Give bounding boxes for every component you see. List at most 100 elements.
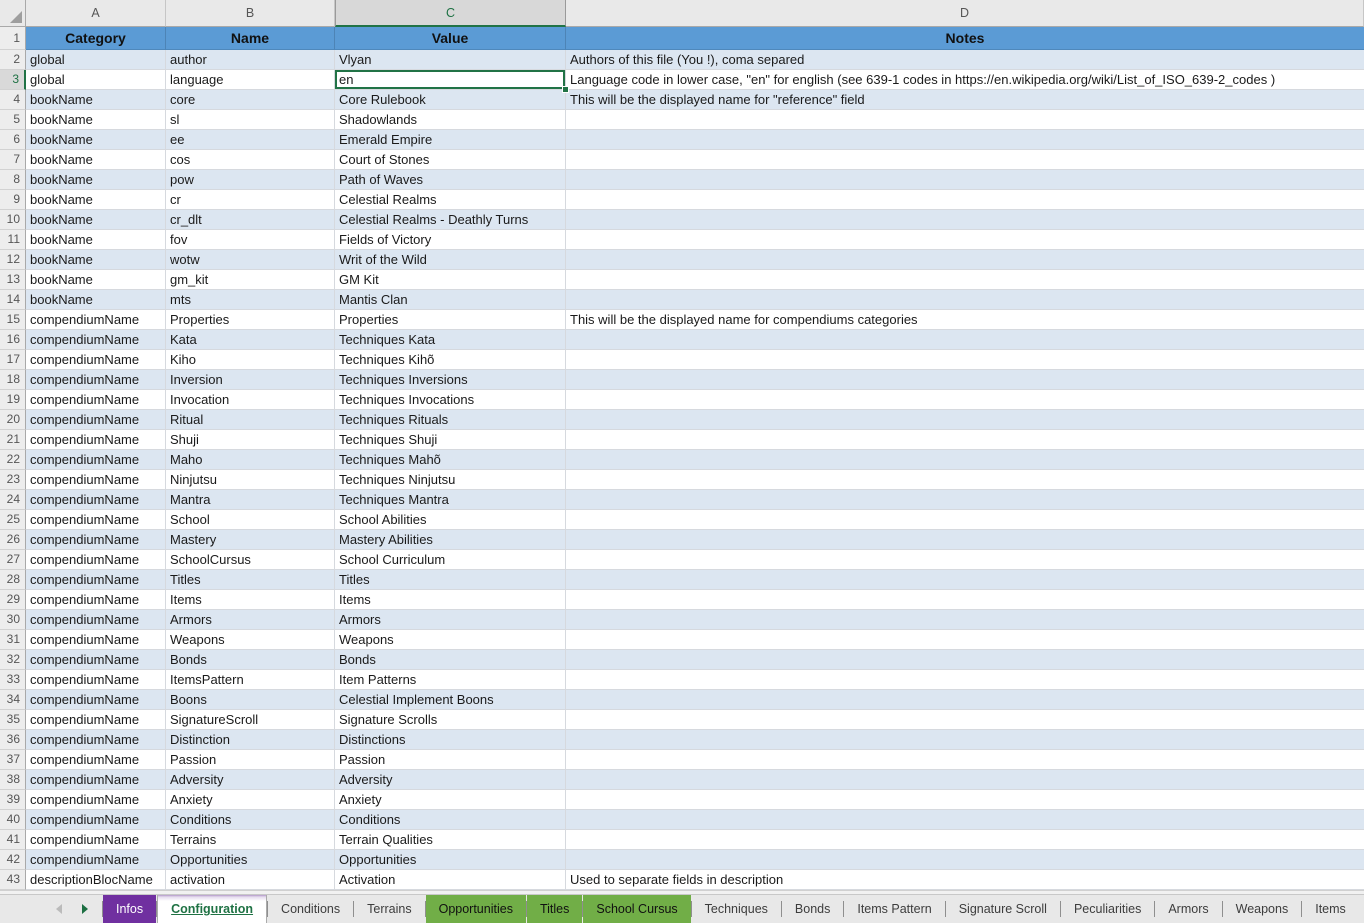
cell-C9[interactable]: Celestial Realms — [335, 190, 566, 210]
cell-B20[interactable]: Ritual — [166, 410, 335, 430]
cell-C43[interactable]: Activation — [335, 870, 566, 890]
cell-A37[interactable]: compendiumName — [26, 750, 166, 770]
cell-B18[interactable]: Inversion — [166, 370, 335, 390]
cell-C7[interactable]: Court of Stones — [335, 150, 566, 170]
cell-C23[interactable]: Techniques Ninjutsu — [335, 470, 566, 490]
select-all-corner[interactable] — [0, 0, 26, 27]
cell-D36[interactable] — [566, 730, 1364, 750]
cell-A29[interactable]: compendiumName — [26, 590, 166, 610]
cell-D22[interactable] — [566, 450, 1364, 470]
sheet-tab-techniques[interactable]: Techniques — [692, 895, 781, 923]
cell-C38[interactable]: Adversity — [335, 770, 566, 790]
cell-B22[interactable]: Maho — [166, 450, 335, 470]
cell-C21[interactable]: Techniques Shuji — [335, 430, 566, 450]
row-header-40[interactable]: 40 — [0, 810, 26, 830]
cell-A36[interactable]: compendiumName — [26, 730, 166, 750]
cell-C4[interactable]: Core Rulebook — [335, 90, 566, 110]
row-header-43[interactable]: 43 — [0, 870, 26, 890]
cell-A38[interactable]: compendiumName — [26, 770, 166, 790]
row-header-18[interactable]: 18 — [0, 370, 26, 390]
cell-A17[interactable]: compendiumName — [26, 350, 166, 370]
column-header-A[interactable]: A — [26, 0, 166, 27]
cell-A11[interactable]: bookName — [26, 230, 166, 250]
cell-D33[interactable] — [566, 670, 1364, 690]
sheet-tab-items-pattern[interactable]: Items Pattern — [844, 895, 944, 923]
sheet-tab-items[interactable]: Items — [1302, 895, 1359, 923]
cell-D34[interactable] — [566, 690, 1364, 710]
sheet-tab-peculiarities[interactable]: Peculiarities — [1061, 895, 1154, 923]
cell-C28[interactable]: Titles — [335, 570, 566, 590]
cell-C34[interactable]: Celestial Implement Boons — [335, 690, 566, 710]
cell-D35[interactable] — [566, 710, 1364, 730]
cell-D2[interactable]: Authors of this file (You !), coma separ… — [566, 50, 1364, 70]
cell-A32[interactable]: compendiumName — [26, 650, 166, 670]
row-header-41[interactable]: 41 — [0, 830, 26, 850]
cell-D43[interactable]: Used to separate fields in description — [566, 870, 1364, 890]
cell-A21[interactable]: compendiumName — [26, 430, 166, 450]
cell-C36[interactable]: Distinctions — [335, 730, 566, 750]
cell-C2[interactable]: Vlyan — [335, 50, 566, 70]
header-cell-B1[interactable]: Name — [166, 27, 335, 50]
cell-B28[interactable]: Titles — [166, 570, 335, 590]
row-header-29[interactable]: 29 — [0, 590, 26, 610]
cell-C15[interactable]: Properties — [335, 310, 566, 330]
cell-C26[interactable]: Mastery Abilities — [335, 530, 566, 550]
cell-A39[interactable]: compendiumName — [26, 790, 166, 810]
cell-B19[interactable]: Invocation — [166, 390, 335, 410]
cell-A26[interactable]: compendiumName — [26, 530, 166, 550]
cell-B7[interactable]: cos — [166, 150, 335, 170]
tab-scroll-left-icon[interactable] — [56, 904, 62, 914]
cell-A43[interactable]: descriptionBlocName — [26, 870, 166, 890]
cell-B6[interactable]: ee — [166, 130, 335, 150]
cell-B29[interactable]: Items — [166, 590, 335, 610]
row-header-16[interactable]: 16 — [0, 330, 26, 350]
row-header-14[interactable]: 14 — [0, 290, 26, 310]
row-header-3[interactable]: 3 — [0, 70, 26, 90]
cell-B40[interactable]: Conditions — [166, 810, 335, 830]
cell-A23[interactable]: compendiumName — [26, 470, 166, 490]
cell-A34[interactable]: compendiumName — [26, 690, 166, 710]
cell-C10[interactable]: Celestial Realms - Deathly Turns — [335, 210, 566, 230]
cell-A6[interactable]: bookName — [26, 130, 166, 150]
sheet-tab-armors[interactable]: Armors — [1155, 895, 1221, 923]
cell-B17[interactable]: Kiho — [166, 350, 335, 370]
header-cell-A1[interactable]: Category — [26, 27, 166, 50]
cell-C25[interactable]: School Abilities — [335, 510, 566, 530]
cell-B5[interactable]: sl — [166, 110, 335, 130]
cell-C5[interactable]: Shadowlands — [335, 110, 566, 130]
cell-B13[interactable]: gm_kit — [166, 270, 335, 290]
cell-D19[interactable] — [566, 390, 1364, 410]
sheet-tab-signature-scroll[interactable]: Signature Scroll — [946, 895, 1060, 923]
row-header-27[interactable]: 27 — [0, 550, 26, 570]
cell-A13[interactable]: bookName — [26, 270, 166, 290]
cell-D38[interactable] — [566, 770, 1364, 790]
row-header-42[interactable]: 42 — [0, 850, 26, 870]
cell-D40[interactable] — [566, 810, 1364, 830]
cell-D11[interactable] — [566, 230, 1364, 250]
cell-D28[interactable] — [566, 570, 1364, 590]
cell-D42[interactable] — [566, 850, 1364, 870]
cell-A15[interactable]: compendiumName — [26, 310, 166, 330]
cell-D23[interactable] — [566, 470, 1364, 490]
cell-C8[interactable]: Path of Waves — [335, 170, 566, 190]
cell-A7[interactable]: bookName — [26, 150, 166, 170]
cell-D37[interactable] — [566, 750, 1364, 770]
cell-B42[interactable]: Opportunities — [166, 850, 335, 870]
row-header-22[interactable]: 22 — [0, 450, 26, 470]
cell-D16[interactable] — [566, 330, 1364, 350]
cell-B31[interactable]: Weapons — [166, 630, 335, 650]
cell-D39[interactable] — [566, 790, 1364, 810]
cell-C18[interactable]: Techniques Inversions — [335, 370, 566, 390]
cell-B21[interactable]: Shuji — [166, 430, 335, 450]
cell-C31[interactable]: Weapons — [335, 630, 566, 650]
row-header-11[interactable]: 11 — [0, 230, 26, 250]
row-header-23[interactable]: 23 — [0, 470, 26, 490]
cell-D9[interactable] — [566, 190, 1364, 210]
cell-B41[interactable]: Terrains — [166, 830, 335, 850]
cell-B11[interactable]: fov — [166, 230, 335, 250]
row-header-37[interactable]: 37 — [0, 750, 26, 770]
cell-D25[interactable] — [566, 510, 1364, 530]
sheet-tab-conditions[interactable]: Conditions — [268, 895, 353, 923]
cell-B3[interactable]: language — [166, 70, 335, 90]
cell-A24[interactable]: compendiumName — [26, 490, 166, 510]
